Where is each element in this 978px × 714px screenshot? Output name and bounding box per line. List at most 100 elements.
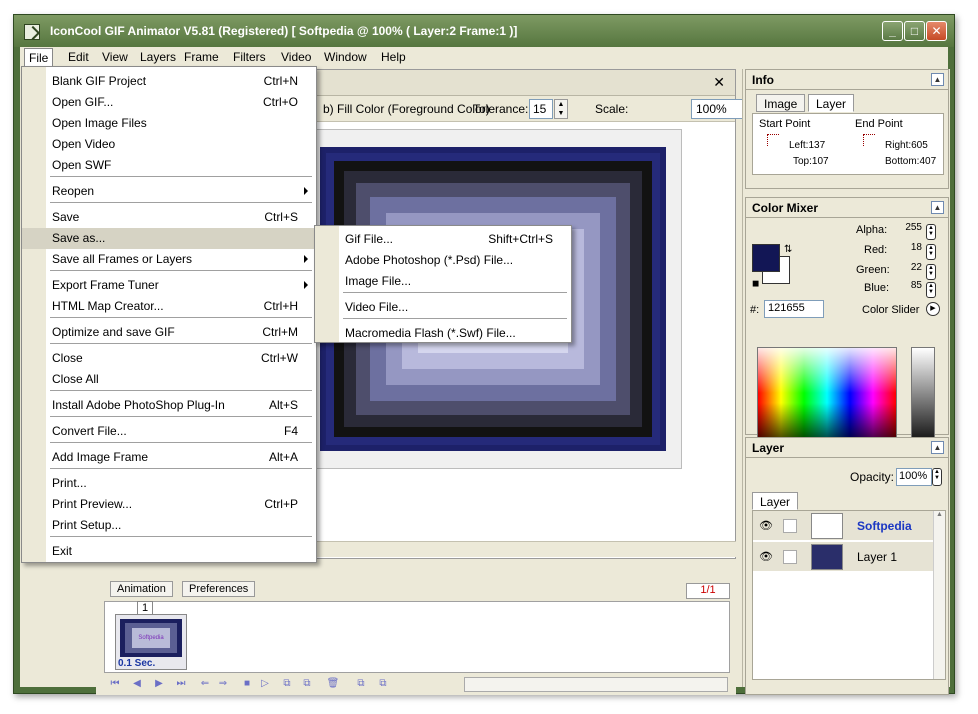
frame-strip: 1 Softpedia 0.1 Sec. [104, 601, 730, 673]
collapse-icon[interactable]: ▲ [931, 201, 944, 214]
menu-item-reopen[interactable]: Reopen [22, 181, 316, 202]
hex-input[interactable]: 121655 [764, 300, 824, 318]
menu-separator [343, 292, 567, 293]
green-spinner-icon[interactable]: ▲ ▼ [926, 264, 936, 280]
menu-item-convert-file[interactable]: Convert File... F4 [22, 421, 316, 442]
tab-layer[interactable]: Layer [808, 94, 855, 112]
title-bar[interactable]: IconCool GIF Animator V5.81 (Registered)… [14, 15, 954, 47]
color-spectrum[interactable] [757, 347, 897, 449]
frame-tuner-icon[interactable]: ⧉ [376, 677, 390, 691]
eye-icon[interactable]: 👁 [759, 519, 773, 533]
eye-icon[interactable]: 👁 [759, 550, 773, 564]
menu-item-save-as[interactable]: Save as... [22, 228, 316, 249]
tolerance-input[interactable]: 15 [529, 99, 553, 119]
layer-name[interactable]: Layer 1 [857, 550, 897, 564]
first-frame-icon[interactable]: ⏮ [108, 677, 122, 691]
opacity-spinner-icon[interactable]: ▲ ▼ [932, 468, 942, 486]
menu-item-blank-gif-project[interactable]: Blank GIF Project Ctrl+N [22, 71, 316, 92]
menu-layers[interactable]: Layers [140, 50, 176, 64]
info-body: Start Point End Point Left:137 Top:107 R… [752, 113, 944, 175]
menu-item-print[interactable]: Print... [22, 473, 316, 494]
next-frame-icon[interactable]: ▶ [152, 677, 166, 691]
last-frame-icon[interactable]: ⏭ [174, 677, 188, 691]
menu-item-gif-file[interactable]: Gif File... Shift+Ctrl+S [315, 229, 571, 250]
menu-item-add-image-frame[interactable]: Add Image Frame Alt+A [22, 447, 316, 468]
opacity-input[interactable]: 100% [896, 468, 932, 486]
layer-scrollbar[interactable]: ▲ [933, 511, 945, 679]
menu-item-close-all[interactable]: Close All [22, 369, 316, 390]
menu-video[interactable]: Video [281, 50, 311, 64]
menu-item-exit[interactable]: Exit [22, 541, 316, 562]
menu-item-image-file[interactable]: Image File... [315, 271, 571, 292]
frame-props-icon[interactable]: ⧉ [354, 677, 368, 691]
delete-frame-icon[interactable]: 🗑 [326, 677, 340, 691]
move-left-icon[interactable]: ⇐ [198, 677, 212, 691]
foreground-color-swatch[interactable] [752, 244, 780, 272]
swap-colors-icon[interactable]: ⇅ [784, 244, 792, 255]
layer-row[interactable]: 👁 Layer 1 [753, 542, 935, 572]
alpha-label: Alpha: [856, 224, 888, 236]
app-icon[interactable] [24, 24, 40, 40]
menu-item-swf-file[interactable]: Macromedia Flash (*.Swf) File... [315, 323, 571, 344]
collapse-icon[interactable]: ▲ [931, 441, 944, 454]
menu-separator [50, 536, 312, 537]
frame-thumbnail[interactable]: Softpedia 0.1 Sec. [115, 614, 187, 670]
menu-item-video-file[interactable]: Video File... [315, 297, 571, 318]
brightness-bar[interactable] [911, 347, 935, 449]
menu-filters[interactable]: Filters [233, 50, 266, 64]
menu-item-psd-file[interactable]: Adobe Photoshop (*.Psd) File... [315, 250, 571, 271]
stop-icon[interactable]: ■ [240, 677, 254, 691]
prev-frame-icon[interactable]: ◀ [130, 677, 144, 691]
red-spinner-icon[interactable]: ▲ ▼ [926, 244, 936, 260]
duplicate-frame-icon[interactable]: ⧉ [300, 677, 314, 691]
layer-thumbnail [811, 513, 843, 539]
move-right-icon[interactable]: ⇒ [216, 677, 230, 691]
menu-item-open-video[interactable]: Open Video [22, 134, 316, 155]
lock-checkbox[interactable] [783, 519, 797, 533]
menu-edit[interactable]: Edit [68, 50, 89, 64]
play-icon[interactable]: ▷ [258, 677, 272, 691]
tab-layer-list[interactable]: Layer [752, 492, 799, 510]
menu-item-print-preview[interactable]: Print Preview... Ctrl+P [22, 494, 316, 515]
menu-frame[interactable]: Frame [184, 50, 219, 64]
info-panel: Info ▲ Image Layer Start Point End Point… [745, 69, 949, 189]
frame-scrollbar[interactable] [464, 677, 728, 692]
menu-window[interactable]: Window [324, 50, 367, 64]
document-close-icon[interactable]: ✕ [713, 74, 725, 91]
alpha-spinner-icon[interactable]: ▲ ▼ [926, 224, 936, 240]
menu-item-label: Exit [52, 544, 73, 558]
maximize-button[interactable]: □ [904, 21, 925, 41]
lock-checkbox[interactable] [783, 550, 797, 564]
default-colors-icon[interactable]: ◼ [752, 278, 759, 289]
minimize-button[interactable]: _ [882, 21, 903, 41]
menu-view[interactable]: View [102, 50, 128, 64]
menu-item-html-map-creator[interactable]: HTML Map Creator... Ctrl+H [22, 296, 316, 317]
layer-row[interactable]: 👁 Softpedia [753, 511, 935, 541]
menu-item-optimize-save-gif[interactable]: Optimize and save GIF Ctrl+M [22, 322, 316, 343]
close-button[interactable]: ✕ [926, 21, 947, 41]
menu-item-close[interactable]: Close Ctrl+W [22, 348, 316, 369]
menu-item-print-setup[interactable]: Print Setup... [22, 515, 316, 536]
menu-item-save[interactable]: Save Ctrl+S [22, 207, 316, 228]
blue-spinner-icon[interactable]: ▲ ▼ [926, 282, 936, 298]
frame-delay[interactable]: 0.1 Sec. [118, 658, 155, 669]
tolerance-spinner-icon[interactable]: ▲ ▼ [554, 99, 568, 119]
collapse-icon[interactable]: ▲ [931, 73, 944, 86]
menu-separator [50, 468, 312, 469]
menu-item-shortcut: Ctrl+W [261, 351, 298, 365]
layer-name[interactable]: Softpedia [857, 519, 912, 533]
menu-item-open-gif[interactable]: Open GIF... Ctrl+O [22, 92, 316, 113]
play-circle-icon[interactable]: ▶ [926, 302, 940, 316]
menu-item-open-swf[interactable]: Open SWF [22, 155, 316, 176]
menu-item-open-image-files[interactable]: Open Image Files [22, 113, 316, 134]
add-frame-icon[interactable]: ⧉ [280, 677, 294, 691]
menu-item-label: Open Image Files [52, 116, 147, 130]
tab-preferences[interactable]: Preferences [182, 581, 256, 597]
left-value: Left:137 [789, 140, 826, 151]
menu-help[interactable]: Help [381, 50, 406, 64]
tab-animation[interactable]: Animation [110, 581, 173, 597]
menu-item-install-plugin[interactable]: Install Adobe PhotoShop Plug-In Alt+S [22, 395, 316, 416]
menu-item-save-all-frames[interactable]: Save all Frames or Layers [22, 249, 316, 270]
menu-item-export-frame-tuner[interactable]: Export Frame Tuner [22, 275, 316, 296]
tab-image[interactable]: Image [756, 94, 806, 112]
